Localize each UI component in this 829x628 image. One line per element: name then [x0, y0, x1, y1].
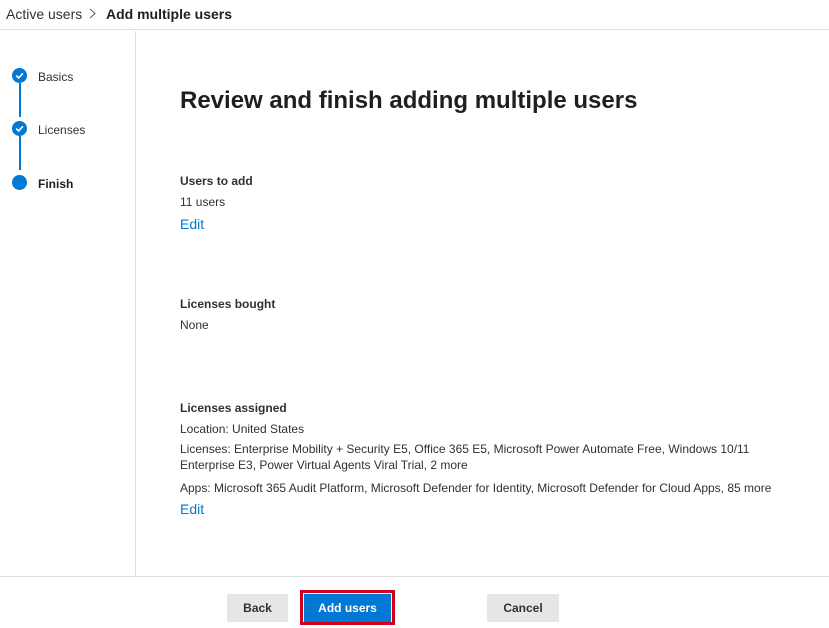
- page-title: Review and finish adding multiple users: [180, 87, 638, 114]
- edit-licenses-link[interactable]: Edit: [180, 501, 204, 517]
- location-text: Location: United States: [180, 422, 305, 436]
- users-to-add-label: Users to add: [180, 174, 253, 188]
- edit-users-link[interactable]: Edit: [180, 216, 204, 232]
- footer-actions: Back Add users Cancel: [0, 576, 829, 628]
- checkmark-icon: [12, 121, 27, 136]
- checkmark-icon: [12, 68, 27, 83]
- step-licenses[interactable]: Licenses: [38, 123, 85, 137]
- chevron-right-icon: [89, 8, 96, 19]
- step-finish[interactable]: Finish: [38, 177, 73, 191]
- step-connector: [19, 136, 21, 170]
- licenses-bought-label: Licenses bought: [180, 297, 276, 311]
- breadcrumb-active-users-link[interactable]: Active users: [6, 6, 82, 22]
- wizard-steps: Basics Licenses Finish: [0, 31, 136, 576]
- licenses-bought-value: None: [180, 318, 209, 332]
- apps-text: Apps: Microsoft 365 Audit Platform, Micr…: [180, 481, 772, 495]
- licenses-assigned-label: Licenses assigned: [180, 401, 287, 415]
- step-basics[interactable]: Basics: [38, 70, 73, 84]
- step-connector: [19, 83, 21, 117]
- breadcrumb: Active users Add multiple users: [0, 0, 829, 30]
- breadcrumb-current: Add multiple users: [106, 6, 233, 22]
- users-to-add-value: 11 users: [180, 195, 226, 209]
- back-button[interactable]: Back: [227, 594, 288, 622]
- current-step-dot-icon: [12, 175, 27, 190]
- cancel-button[interactable]: Cancel: [487, 594, 559, 622]
- add-users-button[interactable]: Add users: [304, 594, 391, 622]
- licenses-text: Licenses: Enterprise Mobility + Security…: [180, 442, 750, 472]
